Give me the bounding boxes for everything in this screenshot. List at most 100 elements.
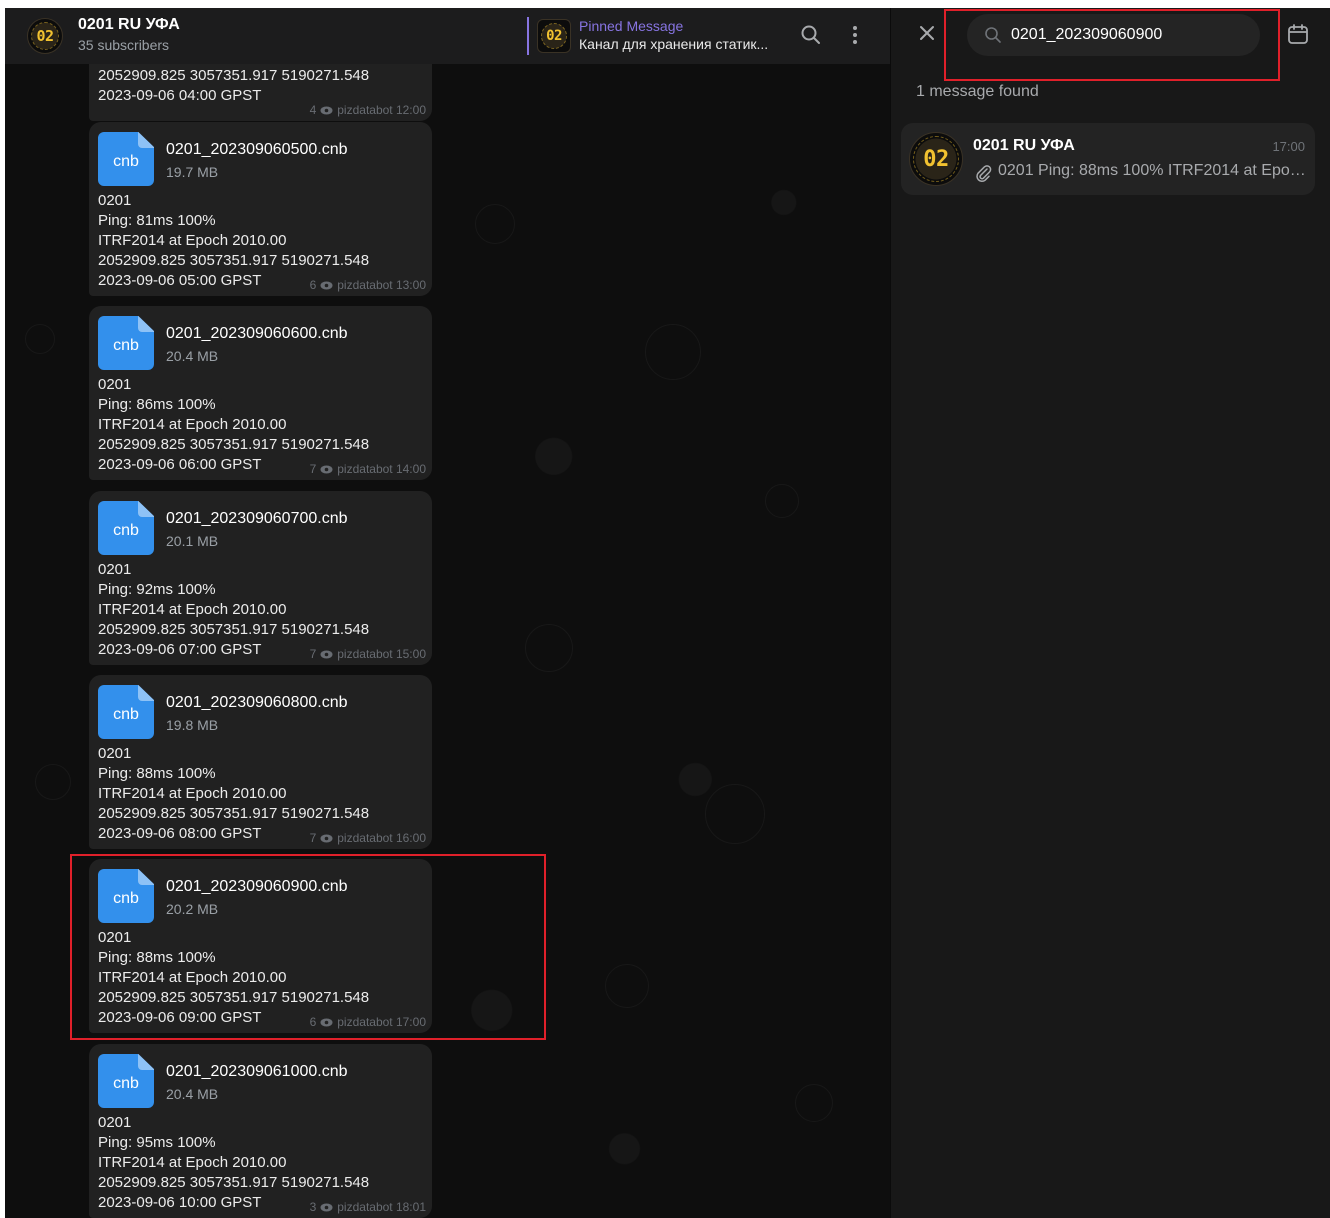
file-size: 20.1 MB bbox=[166, 533, 219, 549]
file-name[interactable]: 0201_202309060900.cnb bbox=[166, 878, 348, 896]
chat-header: 02 0201 RU УФА 35 subscribers 02 Pinned … bbox=[5, 8, 890, 64]
file-size: 20.2 MB bbox=[166, 901, 219, 917]
search-icon bbox=[801, 25, 820, 44]
message-meta: 6 pizdatabot 17:00 bbox=[310, 1015, 426, 1029]
message-text: 0201 Ping: 81ms 100% ITRF2014 at Epoch 2… bbox=[98, 192, 370, 289]
search-input[interactable] bbox=[1011, 23, 1241, 47]
file-size: 19.7 MB bbox=[166, 164, 219, 180]
search-panel: 1 message found 02 0201 RU УФА 17:00 020… bbox=[890, 8, 1330, 1218]
pinned-message-text: Канал для хранения статик... bbox=[579, 36, 769, 52]
view-count: 6 bbox=[309, 278, 317, 292]
message-bubble[interactable]: cnb 0201_202309060800.cnb 19.8 MB 0201 P… bbox=[89, 675, 432, 849]
message-text: 0201 Ping: 88ms 100% ITRF2014 at Epoch 2… bbox=[98, 745, 370, 842]
background-doodle bbox=[645, 324, 701, 380]
close-icon bbox=[920, 26, 934, 40]
file-size: 19.8 MB bbox=[166, 717, 219, 733]
message-meta: 7 pizdatabot 15:00 bbox=[310, 647, 426, 661]
file-name[interactable]: 0201_202309061000.cnb bbox=[166, 1063, 348, 1081]
message-bubble[interactable]: cnb 0201_202309061000.cnb 20.4 MB 0201 P… bbox=[89, 1044, 432, 1218]
message-signature: pizdatabot 15:00 bbox=[337, 647, 426, 661]
message-signature: pizdatabot 16:00 bbox=[337, 831, 426, 845]
file-extension: cnb bbox=[113, 706, 139, 723]
avatar-label: 02 bbox=[923, 146, 949, 172]
message-text: 0201 Ping: 86ms 100% ITRF2014 at Epoch 2… bbox=[98, 376, 370, 473]
search-button[interactable] bbox=[798, 22, 824, 48]
message-signature: pizdatabot 12:00 bbox=[337, 103, 426, 117]
result-time: 17:00 bbox=[1272, 139, 1305, 154]
file-extension: cnb bbox=[113, 522, 139, 539]
message-signature: pizdatabot 13:00 bbox=[337, 278, 426, 292]
channel-avatar[interactable]: 02 bbox=[27, 18, 63, 54]
pinned-message-label: Pinned Message bbox=[579, 18, 684, 34]
avatar-label: 02 bbox=[546, 28, 562, 44]
background-doodle bbox=[705, 784, 765, 844]
file-extension: cnb bbox=[113, 890, 139, 907]
message-signature: pizdatabot 14:00 bbox=[337, 462, 426, 476]
search-icon bbox=[985, 27, 1001, 43]
message-text: 0201 Ping: 95ms 100% ITRF2014 at Epoch 2… bbox=[98, 1114, 370, 1211]
result-preview: 0201 Ping: 88ms 100% ITRF2014 at Epoch 2… bbox=[973, 162, 1311, 180]
calendar-icon bbox=[1288, 24, 1308, 44]
channel-title[interactable]: 0201 RU УФА bbox=[78, 16, 180, 34]
file-extension: cnb bbox=[113, 337, 139, 354]
message-bubble[interactable]: cnb 0201_202309060900.cnb 20.2 MB 0201 P… bbox=[89, 859, 432, 1033]
view-count: 7 bbox=[309, 462, 317, 476]
result-title: 0201 RU УФА bbox=[973, 137, 1075, 154]
eye-icon bbox=[320, 106, 333, 114]
more-options-button[interactable] bbox=[844, 22, 866, 48]
file-size: 20.4 MB bbox=[166, 1086, 219, 1102]
message-bubble[interactable]: 2052909.825 3057351.917 5190271.548 2023… bbox=[89, 64, 432, 121]
message-signature: pizdatabot 17:00 bbox=[337, 1015, 426, 1029]
background-doodle bbox=[35, 764, 71, 800]
file-name[interactable]: 0201_202309060700.cnb bbox=[166, 510, 348, 528]
pinned-message-bar[interactable]: 02 Pinned Message Канал для хранения ста… bbox=[527, 17, 782, 55]
results-count: 1 message found bbox=[916, 83, 1039, 100]
file-size: 20.4 MB bbox=[166, 348, 219, 364]
message-meta: 7 pizdatabot 16:00 bbox=[310, 831, 426, 845]
search-box[interactable] bbox=[967, 14, 1260, 56]
message-bubble[interactable]: cnb 0201_202309060600.cnb 20.4 MB 0201 P… bbox=[89, 306, 432, 480]
message-meta: 4 pizdatabot 12:00 bbox=[310, 103, 426, 117]
view-count: 7 bbox=[309, 647, 317, 661]
message-meta: 6 pizdatabot 13:00 bbox=[310, 278, 426, 292]
eye-icon bbox=[320, 281, 333, 289]
background-doodle bbox=[475, 204, 515, 244]
file-extension: cnb bbox=[113, 153, 139, 170]
calendar-button[interactable] bbox=[1286, 22, 1310, 46]
message-bubble[interactable]: cnb 0201_202309060500.cnb 19.7 MB 0201 P… bbox=[89, 122, 432, 296]
background-doodle bbox=[765, 484, 799, 518]
view-count: 3 bbox=[309, 1200, 317, 1214]
chat-pane: 02 0201 RU УФА 35 subscribers 02 Pinned … bbox=[5, 8, 890, 1218]
message-text: 0201 Ping: 92ms 100% ITRF2014 at Epoch 2… bbox=[98, 561, 370, 658]
eye-icon bbox=[320, 834, 333, 842]
background-doodle bbox=[25, 324, 55, 354]
result-avatar: 02 bbox=[909, 132, 963, 186]
message-bubble[interactable]: cnb 0201_202309060700.cnb 20.1 MB 0201 P… bbox=[89, 491, 432, 665]
file-name[interactable]: 0201_202309060800.cnb bbox=[166, 694, 348, 712]
avatar-label: 02 bbox=[36, 27, 54, 45]
file-extension: cnb bbox=[113, 1075, 139, 1092]
result-preview-text: 0201 Ping: 88ms 100% ITRF2014 at Epoch 2… bbox=[998, 162, 1311, 179]
search-result-item[interactable]: 02 0201 RU УФА 17:00 0201 Ping: 88ms 100… bbox=[901, 123, 1315, 195]
message-text: 0201 Ping: 88ms 100% ITRF2014 at Epoch 2… bbox=[98, 929, 370, 1026]
background-doodle bbox=[605, 964, 649, 1008]
subscriber-count: 35 subscribers bbox=[78, 37, 170, 53]
message-signature: pizdatabot 18:01 bbox=[337, 1200, 426, 1214]
message-text: 2052909.825 3057351.917 5190271.548 2023… bbox=[98, 67, 370, 104]
close-search-button[interactable] bbox=[916, 22, 938, 44]
pinned-thumbnail: 02 bbox=[537, 19, 571, 53]
view-count: 4 bbox=[309, 103, 317, 117]
message-meta: 7 pizdatabot 14:00 bbox=[310, 462, 426, 476]
message-meta: 3 pizdatabot 18:01 bbox=[310, 1200, 426, 1214]
file-name[interactable]: 0201_202309060500.cnb bbox=[166, 141, 348, 159]
eye-icon bbox=[320, 465, 333, 473]
background-doodle bbox=[525, 624, 573, 672]
background-doodle bbox=[795, 1084, 833, 1122]
more-vertical-icon bbox=[853, 26, 857, 44]
eye-icon bbox=[320, 1203, 333, 1211]
eye-icon bbox=[320, 650, 333, 658]
view-count: 6 bbox=[309, 1015, 317, 1029]
view-count: 7 bbox=[309, 831, 317, 845]
eye-icon bbox=[320, 1018, 333, 1026]
file-name[interactable]: 0201_202309060600.cnb bbox=[166, 325, 348, 343]
